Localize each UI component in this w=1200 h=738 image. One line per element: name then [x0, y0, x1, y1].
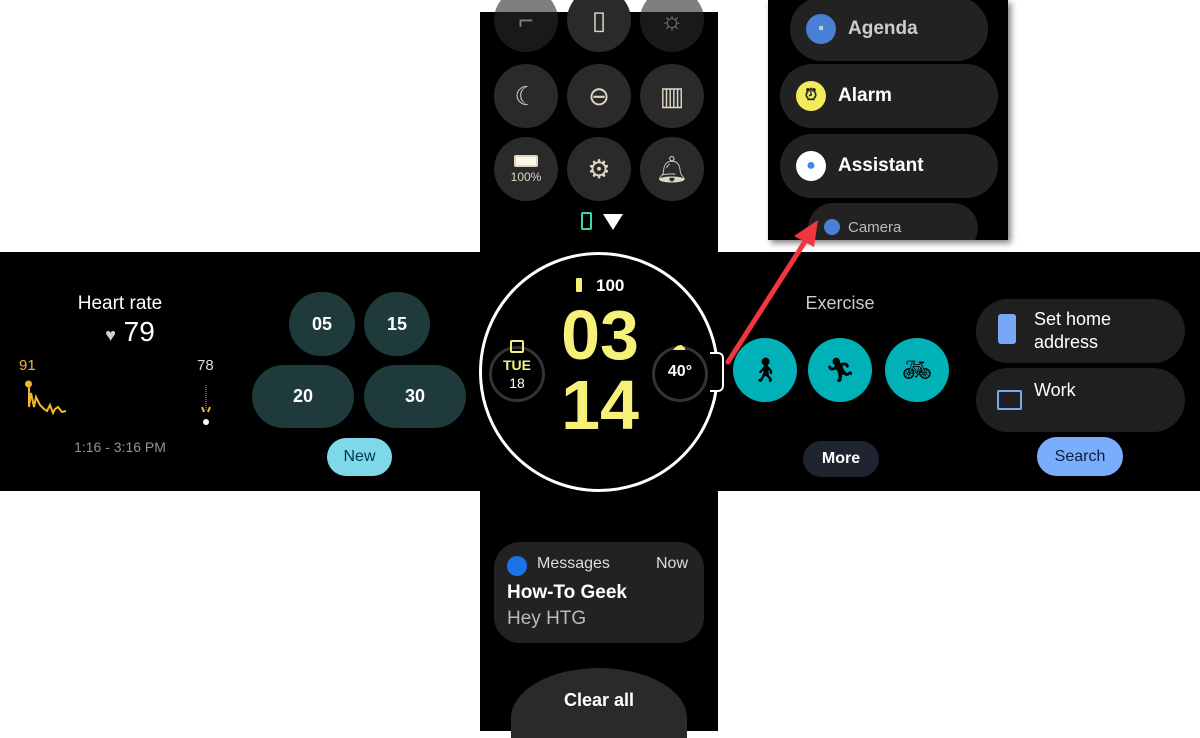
annotation-arrow	[725, 220, 818, 365]
